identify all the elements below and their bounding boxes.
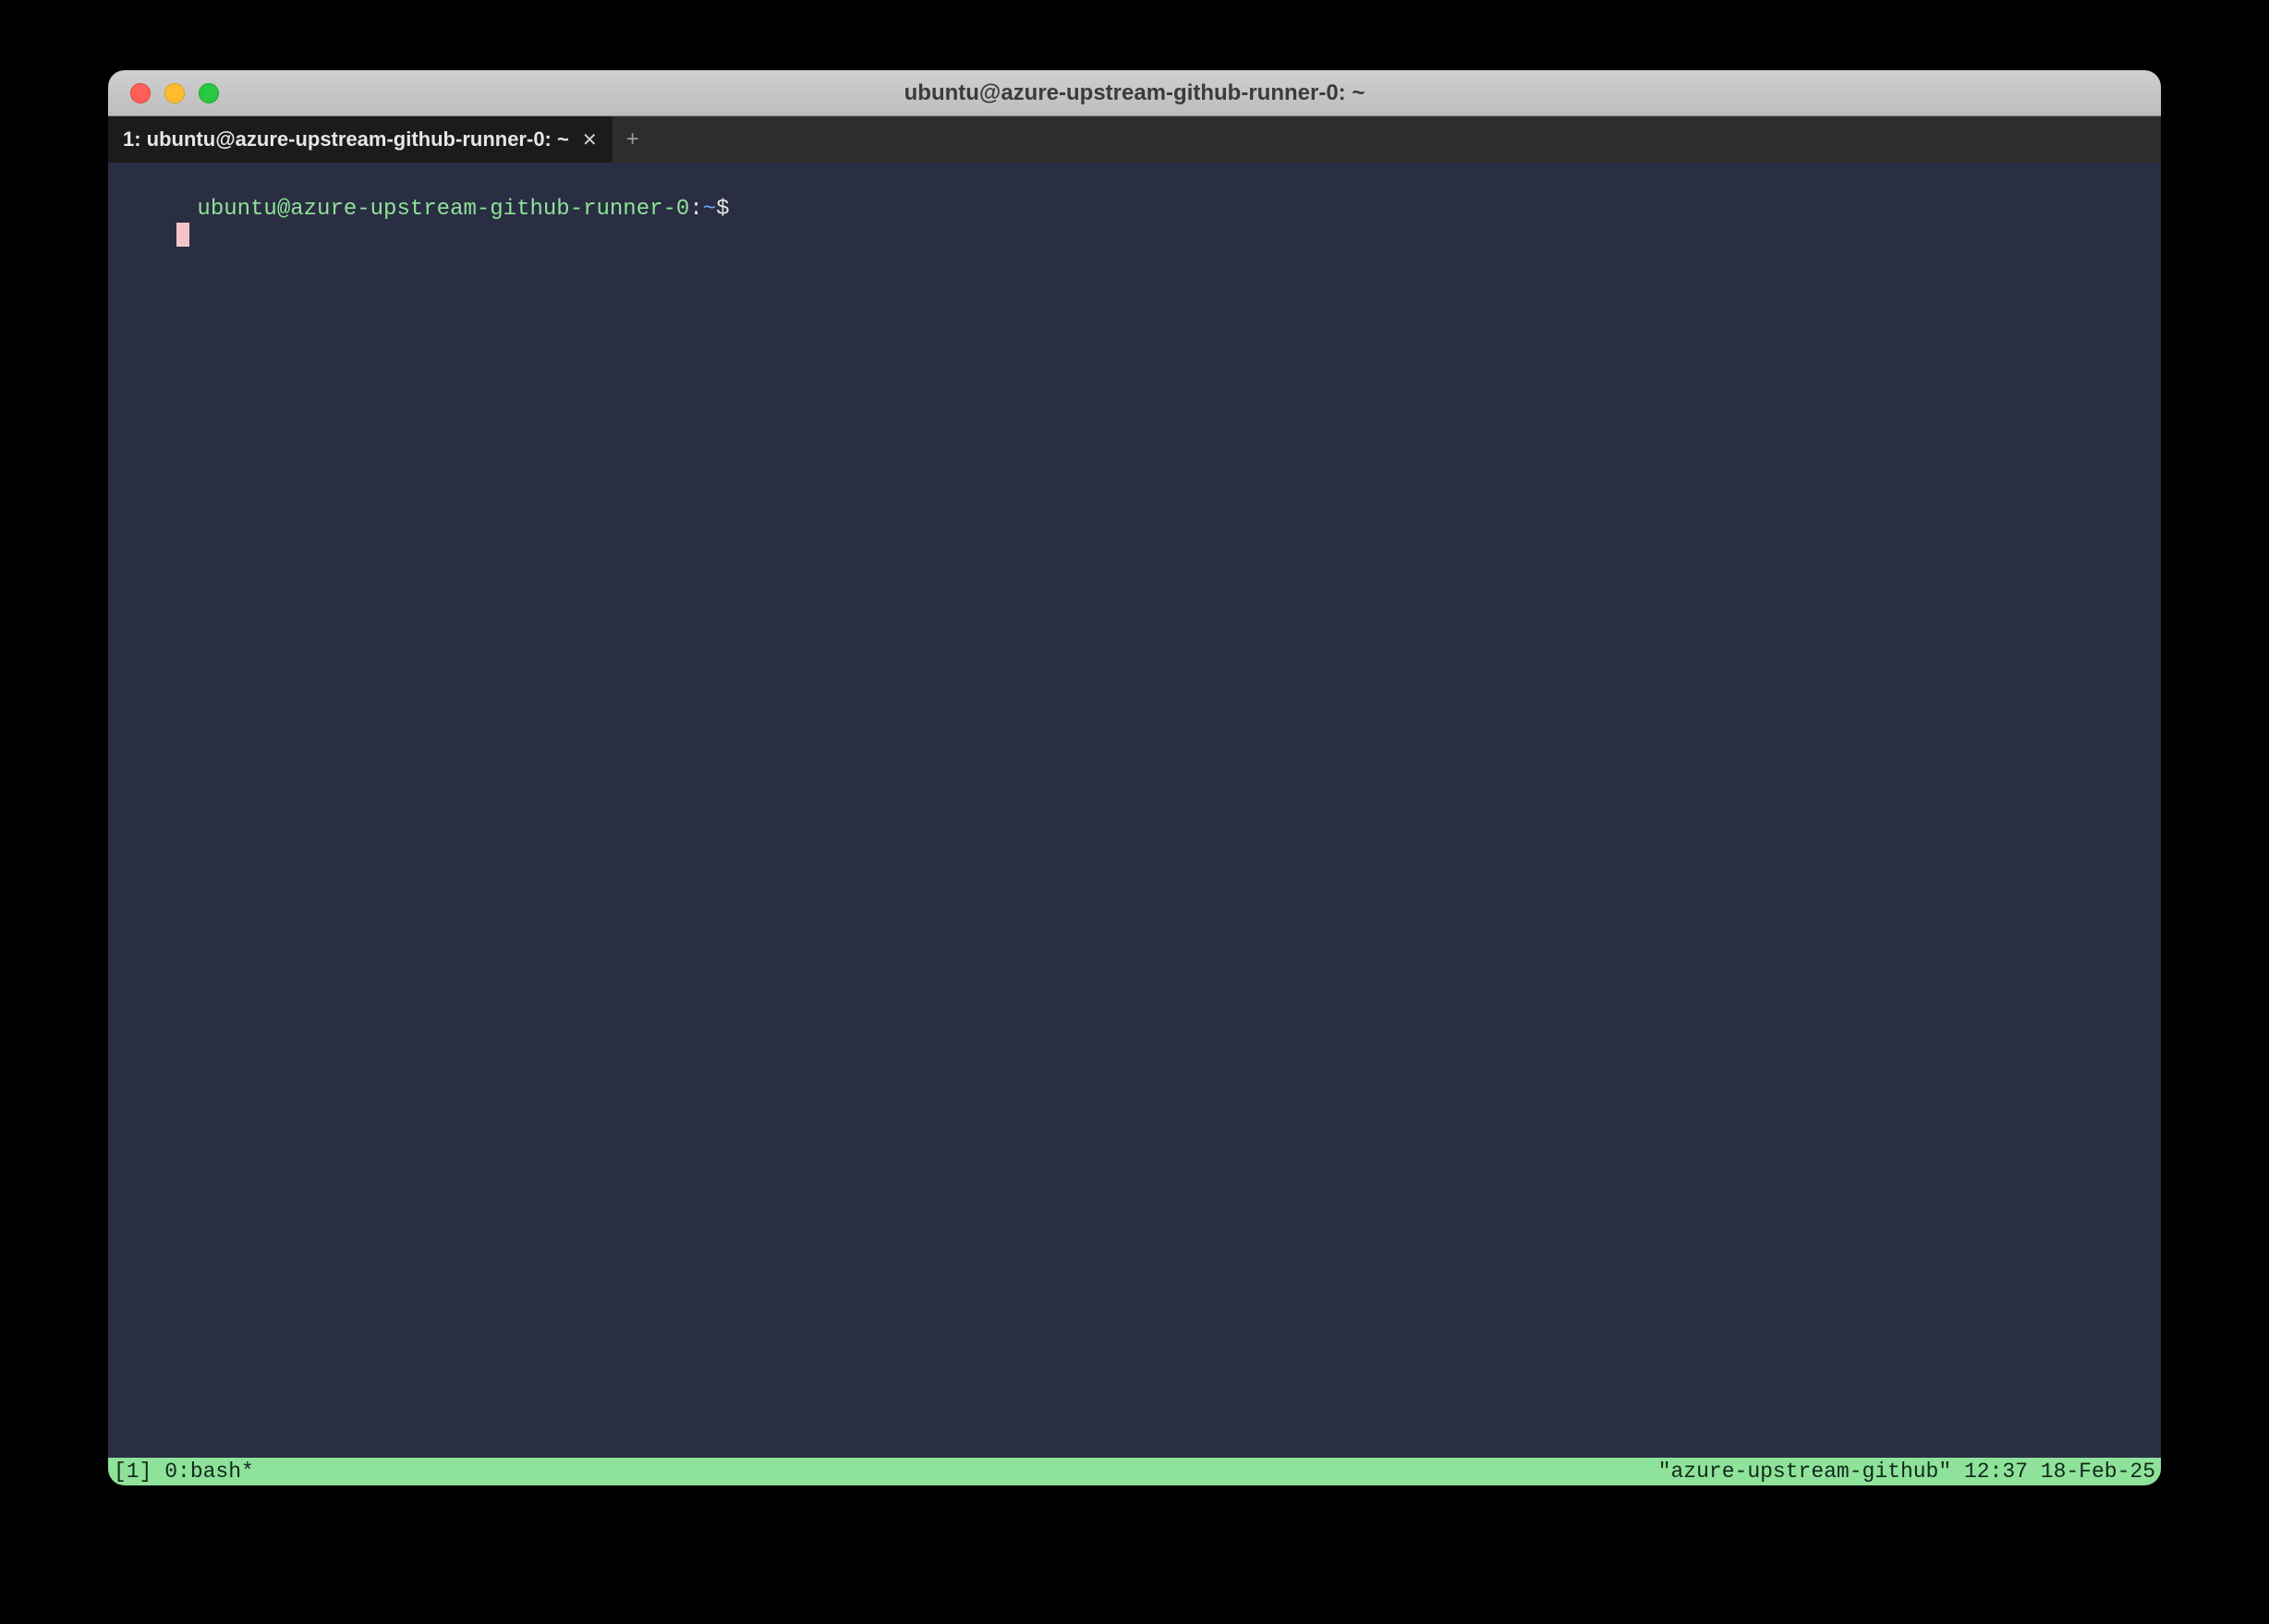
- minimize-window-button[interactable]: [164, 83, 185, 103]
- terminal-tab[interactable]: 1: ubuntu@azure-upstream-github-runner-0…: [108, 116, 613, 163]
- prompt-dollar: $: [716, 197, 729, 222]
- statusbar-left: [1] 0:bash*: [114, 1460, 254, 1484]
- tmux-statusbar: [1] 0:bash* "azure-upstream-github" 12:3…: [108, 1458, 2161, 1485]
- fullscreen-window-button[interactable]: [199, 83, 219, 103]
- prompt-line: ubuntu@azure-upstream-github-runner-0:~$: [117, 197, 730, 247]
- prompt-path: ~: [703, 197, 716, 222]
- titlebar: ubuntu@azure-upstream-github-runner-0: ~: [108, 70, 2161, 116]
- close-icon[interactable]: ✕: [582, 128, 598, 151]
- statusbar-right: "azure-upstream-github" 12:37 18-Feb-25: [1658, 1460, 2155, 1484]
- traffic-lights: [108, 83, 219, 103]
- tab-label: 1: ubuntu@azure-upstream-github-runner-0…: [123, 127, 569, 151]
- window-title: ubuntu@azure-upstream-github-runner-0: ~: [108, 80, 2161, 106]
- new-tab-button[interactable]: +: [613, 116, 653, 163]
- tabbar: 1: ubuntu@azure-upstream-github-runner-0…: [108, 116, 2161, 163]
- close-window-button[interactable]: [130, 83, 151, 103]
- plus-icon: +: [626, 127, 639, 152]
- prompt-colon: :: [689, 197, 702, 222]
- terminal-area[interactable]: ubuntu@azure-upstream-github-runner-0:~$: [108, 163, 2161, 1458]
- cursor-icon: [176, 223, 189, 247]
- prompt-host: ubuntu@azure-upstream-github-runner-0: [197, 197, 689, 222]
- terminal-window: ubuntu@azure-upstream-github-runner-0: ~…: [108, 70, 2161, 1485]
